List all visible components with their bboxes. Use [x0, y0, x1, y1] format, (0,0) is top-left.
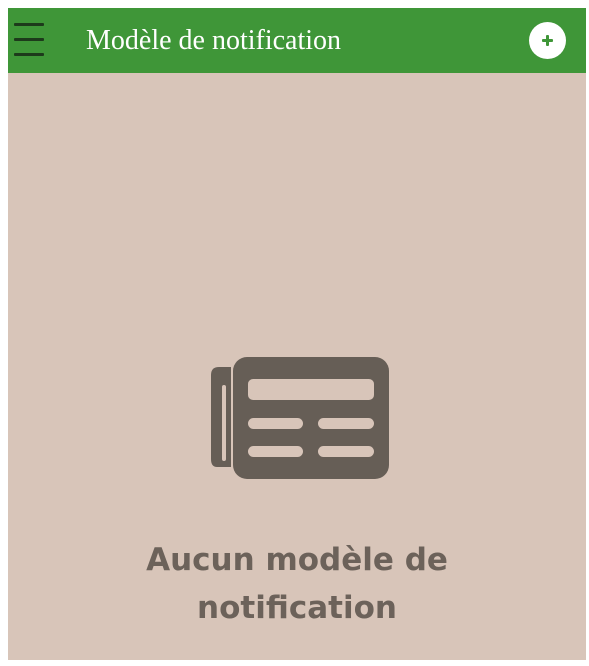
plus-icon-vertical	[546, 35, 549, 46]
app-screen: Modèle de notification Aucun modèle de n…	[8, 8, 586, 660]
menu-bar-top	[14, 23, 44, 26]
empty-state-message-line-2: notification	[197, 590, 397, 626]
app-bar: Modèle de notification	[8, 8, 586, 73]
empty-state-message: Aucun modèle de notification	[8, 536, 586, 632]
menu-bar-middle	[14, 38, 44, 41]
add-template-button[interactable]	[529, 22, 566, 59]
newspaper-icon	[209, 357, 389, 479]
empty-state-message-line-1: Aucun modèle de	[146, 542, 448, 578]
page-title: Modèle de notification	[86, 25, 342, 56]
hamburger-menu-icon[interactable]	[14, 23, 44, 57]
menu-bar-bottom	[14, 53, 44, 56]
